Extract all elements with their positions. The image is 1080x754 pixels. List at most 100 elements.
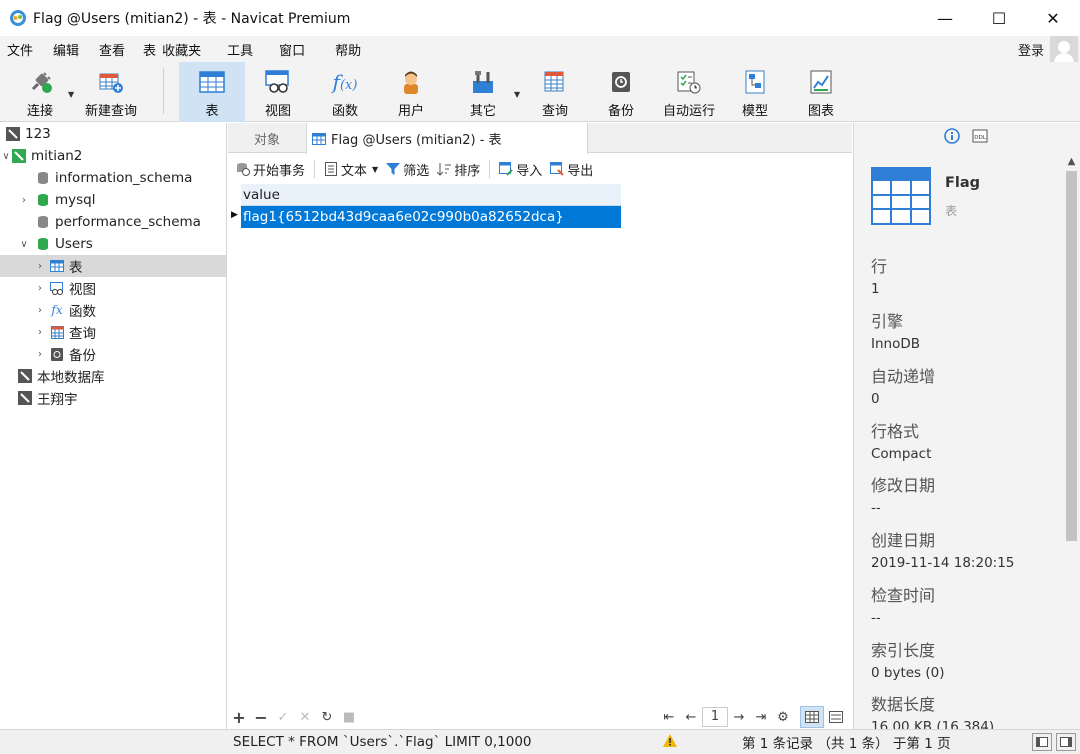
data-grid[interactable]: value ▶ flag1{6512bd43d9caa6e02c990b0a82… xyxy=(228,184,852,705)
scroll-up-icon[interactable]: ▲ xyxy=(1063,153,1080,170)
query-button[interactable]: 查询 xyxy=(528,62,582,122)
chevron-down-icon: ▼ xyxy=(372,164,379,174)
connect-dropdown-caret-icon[interactable]: ▼ xyxy=(68,90,74,99)
refresh-button[interactable]: ↻ xyxy=(316,710,338,725)
text-view-label: 文本 xyxy=(341,163,368,179)
view-label: 视图 xyxy=(264,104,291,119)
tree-connection-local[interactable]: 本地数据库 xyxy=(0,365,226,387)
next-page-button[interactable]: → xyxy=(728,710,750,725)
column-header-value[interactable]: value xyxy=(241,184,621,206)
prop-label: 数据长度 xyxy=(871,695,936,714)
tree-connection-mitian2[interactable]: ∨ mitian2 xyxy=(0,145,226,167)
begin-transaction-label: 开始事务 xyxy=(253,163,306,179)
connect-button[interactable]: 连接 xyxy=(14,62,66,122)
chevron-down-icon[interactable]: ∨ xyxy=(0,151,12,162)
chevron-right-icon[interactable]: › xyxy=(18,195,30,206)
tree-label: Users xyxy=(55,236,93,252)
panel-right-toggle-icon[interactable] xyxy=(1056,733,1076,751)
other-dropdown-caret-icon[interactable]: ▼ xyxy=(514,90,520,99)
add-record-button[interactable]: + xyxy=(228,708,250,727)
database-icon xyxy=(36,193,50,207)
maximize-button[interactable]: ☐ xyxy=(972,0,1026,36)
stop-button[interactable]: ■ xyxy=(338,710,360,725)
tree-node-tables[interactable]: › 表 xyxy=(0,255,226,277)
chevron-right-icon[interactable]: › xyxy=(34,349,46,360)
avatar[interactable] xyxy=(1050,36,1078,64)
tab-objects[interactable]: 对象 xyxy=(228,123,306,153)
object-type: 表 xyxy=(945,204,958,218)
info-icon[interactable] xyxy=(944,128,960,148)
menu-file[interactable]: 文件 xyxy=(0,40,40,59)
chevron-down-icon[interactable]: ∨ xyxy=(18,239,30,250)
menu-edit[interactable]: 编辑 xyxy=(46,40,86,59)
tree-node-views[interactable]: › 视图 xyxy=(0,277,226,299)
tree-label: 本地数据库 xyxy=(37,370,105,386)
connect-label: 连接 xyxy=(26,104,53,119)
function-button[interactable]: f(x) 函数 xyxy=(318,62,372,122)
last-page-button[interactable]: ⇥ xyxy=(750,710,772,725)
chart-button[interactable]: 图表 xyxy=(794,62,848,122)
import-button[interactable]: 导入 xyxy=(495,160,546,179)
text-view-button[interactable]: 文本 ▼ xyxy=(320,160,382,179)
sort-button[interactable]: 排序 xyxy=(433,160,484,179)
model-button[interactable]: 模型 xyxy=(728,62,782,122)
prop-value: -- xyxy=(871,500,881,516)
apply-changes-button[interactable]: ✓ xyxy=(272,710,294,725)
chevron-right-icon[interactable]: › xyxy=(34,261,46,272)
grid-view-button[interactable] xyxy=(800,706,824,728)
first-page-button[interactable]: ⇤ xyxy=(658,710,680,725)
tree-node-functions[interactable]: › fx 函数 xyxy=(0,299,226,321)
database-icon xyxy=(36,237,50,251)
prop-value: Compact xyxy=(871,446,932,462)
prop-rows: 行 1 xyxy=(871,253,887,297)
other-button[interactable]: 其它 xyxy=(456,62,510,122)
view-button[interactable]: 视图 xyxy=(250,62,306,122)
scrollbar-thumb[interactable] xyxy=(1066,171,1077,541)
tree-db-users[interactable]: ∨ Users xyxy=(0,233,226,255)
automation-button[interactable]: 自动运行 xyxy=(656,62,722,122)
filter-button[interactable]: 筛选 xyxy=(382,160,433,179)
menu-tools[interactable]: 工具 xyxy=(220,40,260,59)
login-link[interactable]: 登录 xyxy=(1018,40,1044,59)
previous-page-button[interactable]: ← xyxy=(680,710,702,725)
warning-icon[interactable] xyxy=(662,733,678,752)
tree-node-backups[interactable]: › 备份 xyxy=(0,343,226,365)
export-button[interactable]: 导出 xyxy=(546,160,597,179)
prop-created-date: 创建日期 2019-11-14 18:20:15 xyxy=(871,527,1014,571)
menu-view[interactable]: 查看 xyxy=(92,40,132,59)
chevron-right-icon[interactable]: › xyxy=(34,327,46,338)
close-button[interactable]: ✕ xyxy=(1026,0,1080,36)
view-icon xyxy=(264,68,292,96)
discard-changes-button[interactable]: ✕ xyxy=(294,710,316,725)
form-view-button[interactable] xyxy=(824,706,848,728)
tree-connection-wangxiangyu[interactable]: 王翔宇 xyxy=(0,387,226,409)
begin-transaction-button[interactable]: 开始事务 xyxy=(232,160,309,179)
backup-button[interactable]: 备份 xyxy=(594,62,648,122)
table-button[interactable]: 表 xyxy=(179,62,245,122)
menu-window[interactable]: 窗口 xyxy=(272,40,312,59)
menu-favorites[interactable]: 收藏夹 xyxy=(155,40,208,59)
tree-label: 表 xyxy=(69,260,83,276)
chevron-right-icon[interactable]: › xyxy=(34,283,46,294)
menu-help[interactable]: 帮助 xyxy=(328,40,368,59)
tab-flag-table[interactable]: Flag @Users (mitian2) - 表 xyxy=(306,123,588,154)
tree-node-queries[interactable]: › 查询 xyxy=(0,321,226,343)
tree-db-mysql[interactable]: › mysql xyxy=(0,189,226,211)
new-query-button[interactable]: 新建查询 xyxy=(82,62,140,122)
tree-db-information-schema[interactable]: information_schema xyxy=(0,167,226,189)
user-button[interactable]: 用户 xyxy=(384,62,438,122)
table-cell[interactable]: flag1{6512bd43d9caa6e02c990b0a82652dca} xyxy=(241,206,621,228)
chevron-right-icon[interactable]: › xyxy=(34,305,46,316)
page-number-input[interactable]: 1 xyxy=(702,707,728,727)
minimize-button[interactable]: — xyxy=(918,0,972,36)
user-icon xyxy=(397,68,425,96)
tree-db-performance-schema[interactable]: performance_schema xyxy=(0,211,226,233)
tree-connection-123[interactable]: 123 xyxy=(0,123,226,145)
gear-icon[interactable]: ⚙ xyxy=(772,710,794,725)
delete-record-button[interactable]: − xyxy=(250,708,272,727)
ddl-icon[interactable]: DDL xyxy=(972,128,988,148)
function-label: 函数 xyxy=(331,104,358,119)
panel-left-toggle-icon[interactable] xyxy=(1032,733,1052,751)
info-scrollbar[interactable]: ▲ xyxy=(1063,153,1080,729)
tree-label: 查询 xyxy=(69,326,96,342)
